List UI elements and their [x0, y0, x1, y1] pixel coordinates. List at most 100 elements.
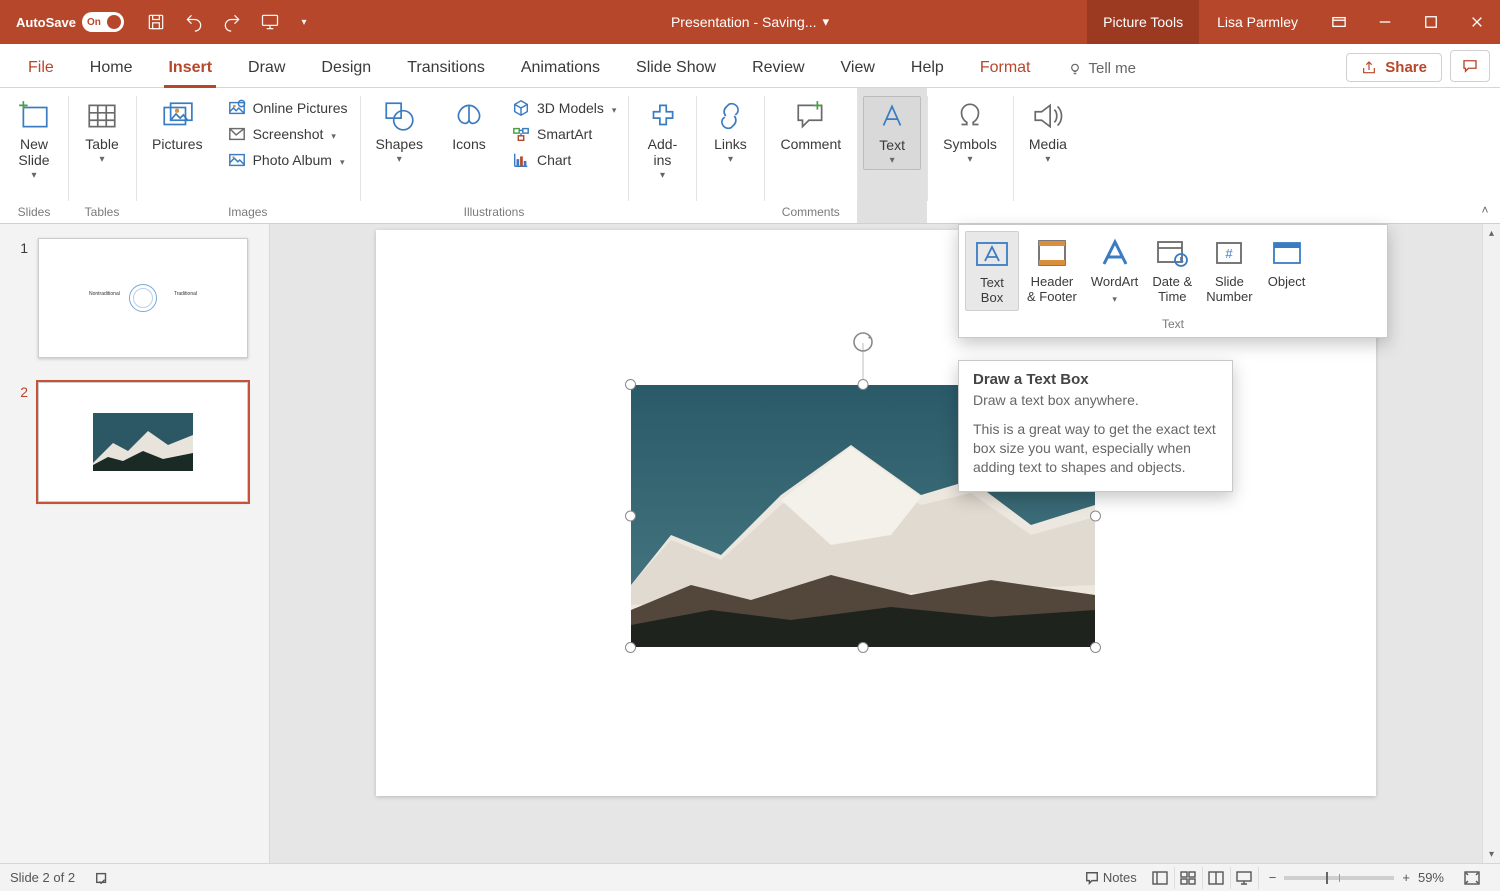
- new-slide-button[interactable]: New Slide: [6, 96, 62, 184]
- collapse-ribbon-icon[interactable]: ˄: [1476, 201, 1494, 219]
- scroll-up-icon[interactable]: ▴: [1483, 224, 1500, 242]
- tab-design[interactable]: Design: [303, 49, 389, 87]
- 3d-models-button[interactable]: 3D Models: [505, 96, 622, 120]
- reading-view-button[interactable]: [1203, 867, 1231, 889]
- mountain-thumbnail-icon: [93, 413, 193, 471]
- status-bar: Slide 2 of 2 Notes − + 59%: [0, 863, 1500, 891]
- window-minimize-icon[interactable]: [1362, 0, 1408, 44]
- tab-help[interactable]: Help: [893, 49, 962, 87]
- normal-view-button[interactable]: [1147, 867, 1175, 889]
- text-box-button[interactable]: Text Box: [965, 231, 1019, 311]
- shapes-icon: [381, 98, 417, 134]
- icons-button[interactable]: Icons: [441, 96, 497, 154]
- tab-slideshow[interactable]: Slide Show: [618, 49, 734, 87]
- scroll-down-icon[interactable]: ▾: [1483, 845, 1500, 863]
- document-title-dropdown-icon[interactable]: ▾: [823, 14, 830, 30]
- thumbnail-slide-2[interactable]: 2: [14, 382, 255, 502]
- header-footer-button[interactable]: Header & Footer: [1021, 231, 1083, 311]
- resize-handle-right[interactable]: [1090, 511, 1101, 522]
- ribbon-group-addins: Add- ins: [628, 88, 696, 223]
- zoom-percent-label[interactable]: 59%: [1418, 870, 1444, 885]
- notes-label: Notes: [1103, 870, 1137, 885]
- symbols-button[interactable]: Symbols: [933, 96, 1007, 168]
- slide-thumbnails-pane[interactable]: 1 Nontraditional Traditional 2: [0, 224, 270, 863]
- photo-album-button[interactable]: Photo Album: [221, 148, 354, 172]
- resize-handle-bottom-left[interactable]: [625, 642, 636, 653]
- notes-button[interactable]: Notes: [1075, 870, 1147, 885]
- comment-button[interactable]: Comment: [770, 96, 851, 154]
- shapes-label: Shapes: [376, 136, 423, 152]
- thumbnail-slide-1[interactable]: 1 Nontraditional Traditional: [14, 238, 255, 358]
- smartart-button[interactable]: SmartArt: [505, 122, 622, 146]
- ribbon-group-slides: New Slide Slides: [0, 88, 68, 223]
- object-button[interactable]: Object: [1261, 231, 1313, 311]
- save-icon[interactable]: [146, 12, 166, 32]
- screenshot-button[interactable]: Screenshot: [221, 122, 354, 146]
- zoom-out-button[interactable]: −: [1269, 870, 1277, 885]
- screenshot-label: Screenshot: [253, 126, 324, 142]
- slide-counter-label: Slide 2 of 2: [10, 870, 75, 885]
- tab-view[interactable]: View: [823, 49, 893, 87]
- tell-me-search[interactable]: Tell me: [1049, 50, 1155, 87]
- addins-button[interactable]: Add- ins: [634, 96, 690, 184]
- tab-home[interactable]: Home: [72, 49, 151, 87]
- zoom-in-button[interactable]: +: [1402, 870, 1410, 885]
- resize-handle-bottom-right[interactable]: [1090, 642, 1101, 653]
- slideshow-from-start-icon[interactable]: [260, 12, 280, 32]
- chart-button[interactable]: Chart: [505, 148, 622, 172]
- qat-customize-icon[interactable]: ▾: [298, 12, 310, 32]
- tab-review[interactable]: Review: [734, 49, 822, 87]
- ribbon-tabs: File Home Insert Draw Design Transitions…: [0, 44, 1500, 88]
- ribbon-display-options-icon[interactable]: [1316, 0, 1362, 44]
- undo-icon[interactable]: [184, 12, 204, 32]
- 3d-models-label: 3D Models: [537, 100, 604, 116]
- window-maximize-icon[interactable]: [1408, 0, 1454, 44]
- autosave-toggle[interactable]: On: [82, 12, 124, 32]
- pictures-button[interactable]: Pictures: [142, 96, 213, 154]
- autosave-group: AutoSave On: [0, 12, 134, 32]
- symbols-label: Symbols: [943, 136, 997, 152]
- online-pictures-button[interactable]: Online Pictures: [221, 96, 354, 120]
- group-label-illustrations: Illustrations: [464, 201, 525, 221]
- text-dropdown-button[interactable]: Text: [863, 96, 921, 170]
- calendar-clock-icon: [1152, 235, 1192, 271]
- online-pictures-label: Online Pictures: [253, 100, 348, 116]
- header-footer-label: Header & Footer: [1027, 275, 1077, 305]
- slideshow-view-button[interactable]: [1231, 867, 1259, 889]
- rotation-handle[interactable]: [850, 329, 876, 355]
- tab-file[interactable]: File: [10, 49, 72, 87]
- signed-in-user[interactable]: Lisa Parmley: [1199, 14, 1316, 30]
- date-time-button[interactable]: Date & Time: [1146, 231, 1198, 311]
- resize-handle-top-left[interactable]: [625, 379, 636, 390]
- shapes-button[interactable]: Shapes: [366, 96, 433, 168]
- smartart-label: SmartArt: [537, 126, 592, 142]
- notes-icon: [1085, 871, 1099, 885]
- tab-format[interactable]: Format: [962, 49, 1049, 87]
- links-button[interactable]: Links: [702, 96, 758, 168]
- tab-insert[interactable]: Insert: [150, 49, 230, 87]
- resize-handle-top[interactable]: [858, 379, 869, 390]
- resize-handle-left[interactable]: [625, 511, 636, 522]
- fit-to-window-button[interactable]: [1454, 871, 1490, 885]
- ribbon-group-symbols: Symbols: [927, 88, 1013, 223]
- chart-icon: [511, 150, 531, 170]
- window-close-icon[interactable]: [1454, 0, 1500, 44]
- comments-pane-button[interactable]: [1450, 50, 1490, 82]
- vertical-scrollbar[interactable]: ▴ ▾: [1482, 224, 1500, 863]
- share-button[interactable]: Share: [1346, 53, 1442, 82]
- zoom-slider[interactable]: [1284, 876, 1394, 880]
- icons-icon: [451, 98, 487, 134]
- table-button[interactable]: Table: [74, 96, 130, 168]
- wordart-button[interactable]: WordArt ▾: [1085, 231, 1144, 311]
- resize-handle-bottom[interactable]: [858, 642, 869, 653]
- tab-draw[interactable]: Draw: [230, 49, 303, 87]
- slide-number-button[interactable]: # Slide Number: [1200, 231, 1258, 311]
- spell-check-status[interactable]: [75, 871, 119, 885]
- text-box-a-icon: [874, 99, 910, 135]
- redo-icon[interactable]: [222, 12, 242, 32]
- media-button[interactable]: Media: [1019, 96, 1077, 168]
- slide-sorter-view-button[interactable]: [1175, 867, 1203, 889]
- tab-transitions[interactable]: Transitions: [389, 49, 503, 87]
- contextual-tab-label[interactable]: Picture Tools: [1087, 0, 1199, 44]
- tab-animations[interactable]: Animations: [503, 49, 618, 87]
